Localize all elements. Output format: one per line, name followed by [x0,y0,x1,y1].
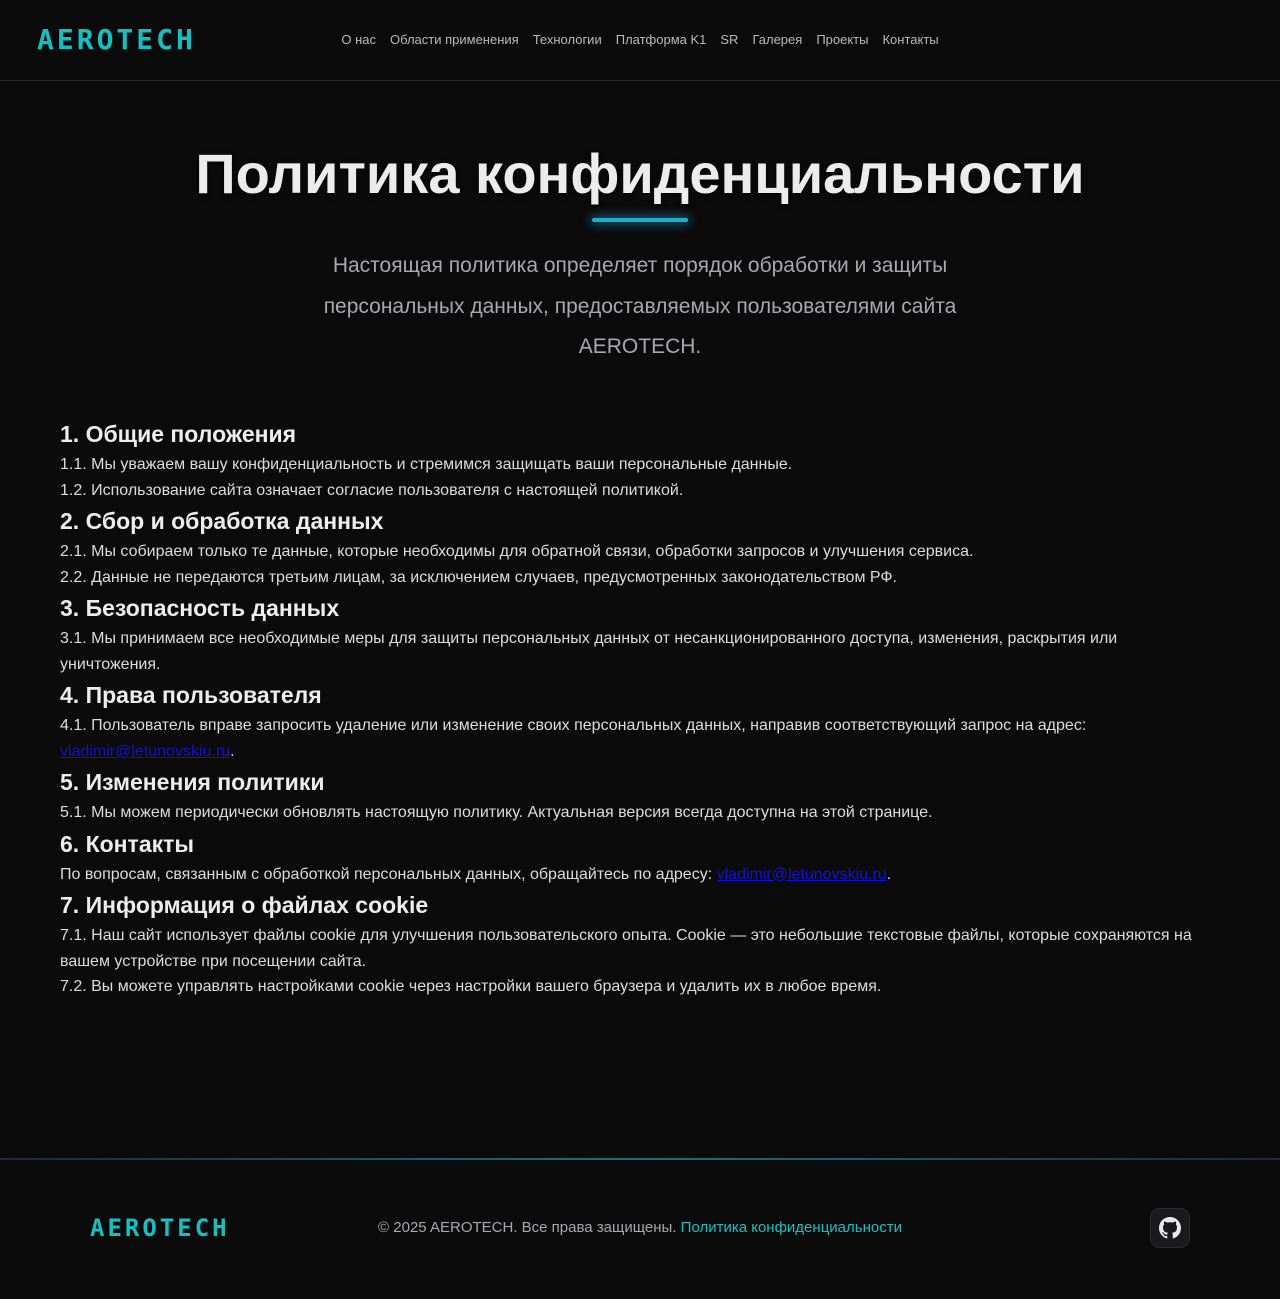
main-nav: О нас Области применения Технологии Плат… [0,31,1280,49]
section-text: 4.1. Пользователь вправе запросить удале… [60,717,1087,734]
section-heading: 3. Безопасность данных [60,595,340,621]
nav-link-platform-k1[interactable]: Платформа K1 [616,31,707,49]
nav-link-technologies[interactable]: Технологии [533,31,602,49]
section-paragraph: 5.1. Мы можем периодически обновлять нас… [60,804,933,821]
section-paragraph: 2.1. Мы собираем только те данные, котор… [60,543,974,560]
section-data-collection: 2. Сбор и обработка данных 2.1. Мы собир… [60,505,1220,590]
nav-link-contacts[interactable]: Контакты [882,31,938,49]
section-heading: 6. Контакты [60,830,195,857]
nav-link-gallery[interactable]: Галерея [752,31,802,49]
github-icon [1159,1217,1181,1239]
section-paragraph: 3.1. Мы принимаем все необходимые меры д… [60,630,1118,673]
github-button[interactable] [1150,1208,1190,1248]
section-cookies: 7. Информация о файлах cookie 7.1. Наш с… [60,889,1220,1000]
nav-link-about[interactable]: О нас [341,31,376,49]
section-security: 3. Безопасность данных 3.1. Мы принимаем… [60,592,1220,677]
section-paragraph: 2.2. Данные не передаются третьим лицам,… [60,568,897,586]
section-policy-changes: 5. Изменения политики 5.1. Мы можем пери… [60,766,1220,826]
section-contacts: 6. Контакты По вопросам, связанным с обр… [60,828,1220,888]
section-heading: 2. Сбор и обработка данных [60,508,384,534]
email-link[interactable]: vladimir@letunovskiu.ru [717,866,887,883]
section-user-rights: 4. Права пользователя 4.1. Пользователь … [60,679,1220,764]
page-title: Политика конфиденциальности [195,142,1085,205]
page-lead: Настоящая политика определяет порядок об… [323,254,957,358]
section-paragraph: По вопросам, связанным с обработкой перс… [60,862,1220,888]
email-link[interactable]: vladimir@letunovskiu.ru [60,743,230,760]
section-paragraph: 1.2. Использование сайта означает соглас… [60,481,684,499]
nav-link-sr[interactable]: SR [720,31,738,49]
site-header: AEROTECH О нас Области применения Технол… [0,0,1280,81]
section-paragraph: 7.1. Наш сайт использует файлы cookie дл… [60,927,1192,970]
section-heading: 5. Изменения политики [60,769,325,795]
privacy-policy-link[interactable]: Политика конфиденциальности [681,1219,902,1236]
section-paragraph: 1.1. Мы уважаем вашу конфиденциальность … [60,456,793,473]
section-heading: 1. Общие положения [60,421,297,447]
punctuation: . [230,742,235,760]
section-paragraph: 7.2. Вы можете управлять настройками coo… [60,978,882,995]
section-text: По вопросам, связанным с обработкой перс… [60,865,713,883]
section-general: 1. Общие положения 1.1. Мы уважаем вашу … [60,418,1220,503]
title-underline [592,218,688,222]
section-paragraph: 4.1. Пользователь вправе запросить удале… [60,713,1220,764]
nav-link-applications[interactable]: Области применения [390,31,519,49]
policy-content: 1. Общие положения 1.1. Мы уважаем вашу … [60,418,1220,1000]
footer-copyright: © 2025 AEROTECH. Все права защищены. Пол… [0,1219,1280,1237]
nav-link-projects[interactable]: Проекты [816,31,868,49]
copyright-text: © 2025 AEROTECH. Все права защищены. [378,1219,677,1236]
section-heading: 7. Информация о файлах cookie [60,892,429,918]
punctuation: . [886,865,892,883]
footer-divider [0,1158,1280,1160]
section-heading: 4. Права пользователя [60,682,322,708]
